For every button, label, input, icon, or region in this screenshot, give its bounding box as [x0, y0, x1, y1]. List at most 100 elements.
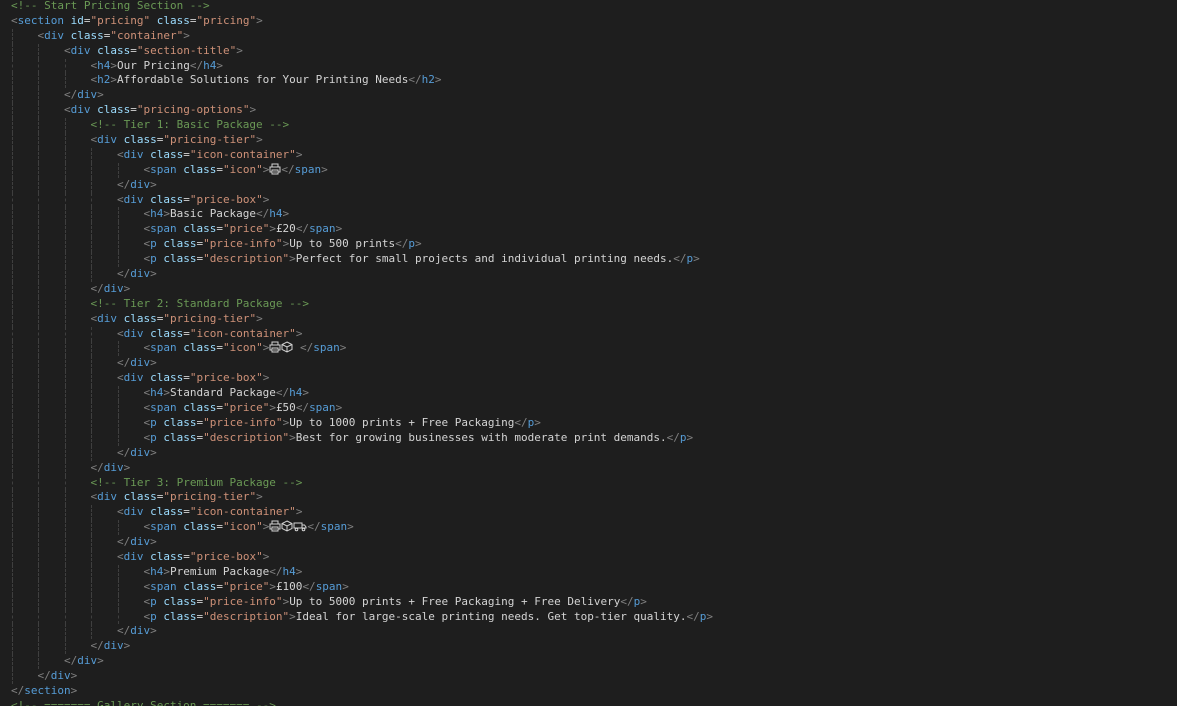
indent-guide — [64, 386, 66, 402]
code-token: section — [24, 683, 71, 697]
indent-guide — [91, 535, 93, 550]
code-token: < — [116, 371, 124, 385]
indent-guide — [91, 222, 93, 238]
code-token: div — [103, 639, 124, 653]
code-token: div — [97, 490, 117, 504]
indent-guide — [38, 73, 40, 89]
code-editor[interactable]: <!-- Start Pricing Section --> <section i… — [0, 0, 1177, 706]
code-token: > — [262, 371, 270, 385]
indent-guide — [38, 639, 40, 655]
printer-icon — [269, 341, 281, 353]
indent-guide — [12, 549, 13, 565]
code-token: div — [70, 103, 91, 117]
code-token: <!-- Tier 1: Basic Package --> — [90, 118, 290, 132]
indent-guide — [64, 222, 66, 238]
code-token: > — [150, 267, 157, 281]
code-token: h4 — [150, 207, 164, 221]
indent-guide — [64, 326, 66, 342]
code-token: > — [262, 162, 270, 176]
indent-guide — [64, 341, 66, 357]
indent-guide — [38, 430, 40, 446]
code-token: "price-info" — [203, 594, 283, 608]
indent-guide — [91, 147, 93, 163]
indent-guide — [91, 520, 93, 536]
indent-guide — [91, 326, 93, 342]
indent-guide — [12, 341, 13, 357]
code-line: <p class="description">Best for growing … — [11, 430, 713, 446]
code-token: Up to 1000 prints + Free Packaging — [289, 415, 515, 429]
code-token: </ — [673, 252, 687, 266]
indent-guide — [12, 401, 13, 416]
indent-guide — [117, 222, 119, 238]
indent-guide — [64, 207, 66, 223]
code-token: "pricing" — [196, 13, 257, 27]
indent-guide — [117, 401, 119, 416]
code-token: > — [640, 594, 647, 608]
indent-guide — [117, 579, 119, 595]
code-token: Perfect for small projects and individua… — [295, 252, 674, 266]
indent-guide — [64, 133, 66, 148]
indent-guide — [38, 207, 40, 223]
indentation — [11, 610, 143, 623]
indent-guide — [64, 490, 66, 506]
indent-guide — [38, 415, 40, 431]
code-token: £20 — [275, 222, 296, 236]
code-token: > — [97, 88, 104, 102]
code-line: <div class="icon-container"> — [11, 147, 713, 163]
indentation — [11, 252, 143, 265]
code-token: div — [50, 669, 71, 683]
code-token: </ — [116, 356, 131, 370]
code-token: p — [150, 594, 157, 608]
code-token: h4 — [289, 386, 303, 400]
indent-guide — [12, 296, 13, 312]
code-line: <p class="description">Ideal for large-s… — [11, 609, 714, 625]
code-token: div — [130, 356, 151, 370]
code-token: "icon-container" — [189, 326, 296, 340]
indent-guide — [12, 326, 13, 342]
indent-guide — [64, 445, 66, 461]
indent-guide — [38, 133, 40, 148]
indent-guide — [38, 520, 40, 536]
indent-guide — [12, 356, 13, 372]
indent-guide — [117, 252, 119, 268]
delivery-truck-icon — [293, 520, 307, 532]
indent-guide — [12, 624, 13, 640]
indent-guide — [12, 162, 13, 178]
code-token: h2 — [97, 73, 111, 87]
indent-guide — [117, 520, 119, 536]
indent-guide — [12, 564, 13, 580]
code-token: <!-- Start Pricing Section --> — [11, 0, 210, 12]
code-token: class — [183, 520, 217, 534]
indent-guide — [12, 311, 13, 327]
indent-guide — [117, 341, 119, 357]
code-line: <h4>Our Pricing</h4> — [11, 58, 713, 74]
indent-guide — [38, 460, 40, 476]
code-token: class — [150, 147, 184, 161]
code-token: > — [262, 192, 270, 206]
code-token: > — [706, 609, 714, 623]
code-token: span — [150, 222, 177, 236]
code-token: = — [216, 341, 223, 355]
indent-guide — [91, 371, 93, 387]
code-token: > — [150, 356, 157, 370]
code-token: > — [150, 535, 157, 549]
code-line: <span class="icon"> </span> — [11, 162, 713, 178]
code-token: "icon" — [222, 341, 263, 355]
code-token: = — [183, 326, 190, 340]
indent-guide — [91, 386, 93, 402]
indent-guide — [91, 505, 93, 521]
code-token: > — [163, 564, 170, 578]
code-token: class — [183, 341, 217, 355]
indent-guide — [38, 564, 40, 580]
indent-guide — [64, 564, 66, 580]
code-token: = — [216, 579, 223, 593]
indent-guide — [12, 281, 13, 297]
code-line: </div> — [11, 669, 713, 684]
indent-guide — [38, 222, 40, 238]
code-token: "pricing-tier" — [163, 133, 257, 147]
indent-guide — [38, 147, 40, 163]
code-token: </ — [395, 237, 409, 251]
code-token: class — [163, 252, 197, 266]
